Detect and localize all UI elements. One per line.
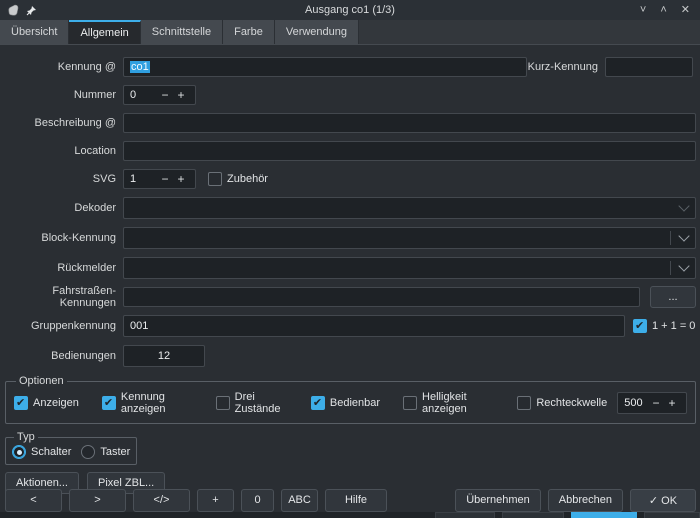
gruppenkennung-input[interactable]: 001 bbox=[123, 315, 625, 337]
bedienungen-input[interactable]: 12 bbox=[123, 345, 205, 367]
zubehoer-checkbox[interactable] bbox=[208, 172, 222, 186]
rechteckwelle-stepper[interactable]: 500 − + bbox=[617, 392, 687, 414]
block-kennung-select[interactable] bbox=[123, 227, 696, 249]
abbrechen-button[interactable]: Abbrechen bbox=[548, 489, 623, 512]
tab-uebersicht[interactable]: Übersicht bbox=[0, 20, 69, 44]
chevron-down-icon bbox=[678, 230, 689, 241]
kennung-value: co1 bbox=[130, 61, 150, 73]
fahrstrassen-input[interactable] bbox=[123, 287, 640, 307]
kurz-kennung-label: Kurz-Kennung bbox=[527, 61, 605, 73]
abc-button[interactable]: ABC bbox=[281, 489, 318, 512]
plus-icon[interactable]: + bbox=[664, 396, 680, 410]
plus-icon[interactable]: + bbox=[173, 88, 189, 102]
fahrstrassen-browse-button[interactable]: ... bbox=[650, 286, 696, 308]
svg-stepper[interactable]: 1 − + bbox=[123, 169, 196, 189]
rechteckwelle-value: 500 bbox=[624, 397, 648, 409]
taster-radio[interactable] bbox=[81, 445, 95, 459]
ok-button[interactable]: ✓ OK bbox=[630, 489, 696, 512]
tab-verwendung[interactable]: Verwendung bbox=[275, 20, 359, 44]
tab-panel-allgemein: Kennung @ co1 Kurz-Kennung Nummer 0 − + … bbox=[0, 46, 700, 488]
bedienungen-label: Bedienungen bbox=[5, 350, 123, 362]
location-label: Location bbox=[5, 145, 123, 157]
plus-button[interactable]: + bbox=[197, 489, 234, 512]
uebernehmen-button[interactable]: Übernehmen bbox=[455, 489, 541, 512]
background-tab bbox=[644, 512, 700, 518]
kennung-anzeigen-checkbox[interactable] bbox=[102, 396, 116, 410]
background-tab bbox=[435, 512, 495, 518]
optionen-group-title: Optionen bbox=[16, 375, 67, 387]
maximize-icon[interactable]: ˄ bbox=[660, 0, 666, 20]
minimize-icon[interactable]: ˅ bbox=[640, 0, 646, 20]
minus-icon[interactable]: − bbox=[157, 88, 173, 102]
drei-zustaende-checkbox[interactable] bbox=[216, 396, 230, 410]
fahrstrassen-label: Fahrstraßen-Kennungen bbox=[5, 285, 123, 309]
nummer-value: 0 bbox=[130, 89, 157, 101]
beschreibung-input[interactable] bbox=[123, 113, 696, 133]
nummer-label: Nummer bbox=[5, 89, 123, 101]
typ-group: Typ Schalter Taster bbox=[5, 431, 137, 465]
prev-button[interactable]: < bbox=[5, 489, 62, 512]
optionen-group: Optionen Anzeigen Kennung anzeigen Drei … bbox=[5, 375, 696, 424]
next-button[interactable]: > bbox=[69, 489, 126, 512]
one-plus-one-checkbox[interactable] bbox=[633, 319, 647, 333]
helligkeit-anzeigen-checkbox[interactable] bbox=[403, 396, 417, 410]
zero-button[interactable]: 0 bbox=[241, 489, 274, 512]
zubehoer-label: Zubehör bbox=[227, 173, 268, 185]
bottom-button-bar: < > </> + 0 ABC Hilfe Übernehmen Abbrech… bbox=[0, 488, 700, 512]
close-icon[interactable]: ✕ bbox=[681, 0, 690, 20]
rueckmelder-label: Rückmelder bbox=[5, 262, 123, 274]
hilfe-button[interactable]: Hilfe bbox=[325, 489, 387, 512]
schalter-radio[interactable] bbox=[12, 445, 26, 459]
gruppenkennung-label: Gruppenkennung bbox=[5, 320, 123, 332]
title-bar: Ausgang co1 (1/3) ˅ ˄ ✕ bbox=[0, 0, 700, 20]
kennung-input[interactable]: co1 bbox=[123, 57, 527, 77]
tab-farbe[interactable]: Farbe bbox=[223, 20, 275, 44]
tab-bar: Übersicht Allgemein Schnittstelle Farbe … bbox=[0, 20, 700, 45]
tab-schnittstelle[interactable]: Schnittstelle bbox=[141, 20, 223, 44]
beschreibung-label: Beschreibung @ bbox=[5, 117, 123, 129]
chevron-down-icon bbox=[678, 260, 689, 271]
bedienbar-checkbox[interactable] bbox=[311, 396, 325, 410]
code-button[interactable]: </> bbox=[133, 489, 190, 512]
rueckmelder-select[interactable] bbox=[123, 257, 696, 279]
one-plus-one-label: 1 + 1 = 0 bbox=[652, 320, 695, 332]
window-title: Ausgang co1 (1/3) bbox=[0, 4, 700, 16]
rechteckwelle-checkbox[interactable] bbox=[517, 396, 531, 410]
background-tab bbox=[502, 512, 564, 518]
plus-icon[interactable]: + bbox=[173, 172, 189, 186]
tab-allgemein[interactable]: Allgemein bbox=[69, 20, 140, 44]
chevron-down-icon bbox=[678, 200, 689, 211]
minus-icon[interactable]: − bbox=[648, 396, 664, 410]
dialog-window: Ausgang co1 (1/3) ˅ ˄ ✕ Übersicht Allgem… bbox=[0, 0, 700, 518]
dekoder-select[interactable] bbox=[123, 197, 696, 219]
anzeigen-checkbox[interactable] bbox=[14, 396, 28, 410]
minus-icon[interactable]: − bbox=[157, 172, 173, 186]
background-window-strip bbox=[0, 512, 700, 518]
typ-group-title: Typ bbox=[14, 431, 38, 443]
nummer-stepper[interactable]: 0 − + bbox=[123, 85, 196, 105]
svg-value: 1 bbox=[130, 173, 157, 185]
background-tab-active bbox=[571, 512, 637, 518]
kurz-kennung-input[interactable] bbox=[605, 57, 693, 77]
block-kennung-label: Block-Kennung bbox=[5, 232, 123, 244]
svg-label: SVG bbox=[5, 173, 123, 185]
kennung-label: Kennung @ bbox=[5, 61, 123, 73]
dekoder-label: Dekoder bbox=[5, 202, 123, 214]
location-input[interactable] bbox=[123, 141, 696, 161]
